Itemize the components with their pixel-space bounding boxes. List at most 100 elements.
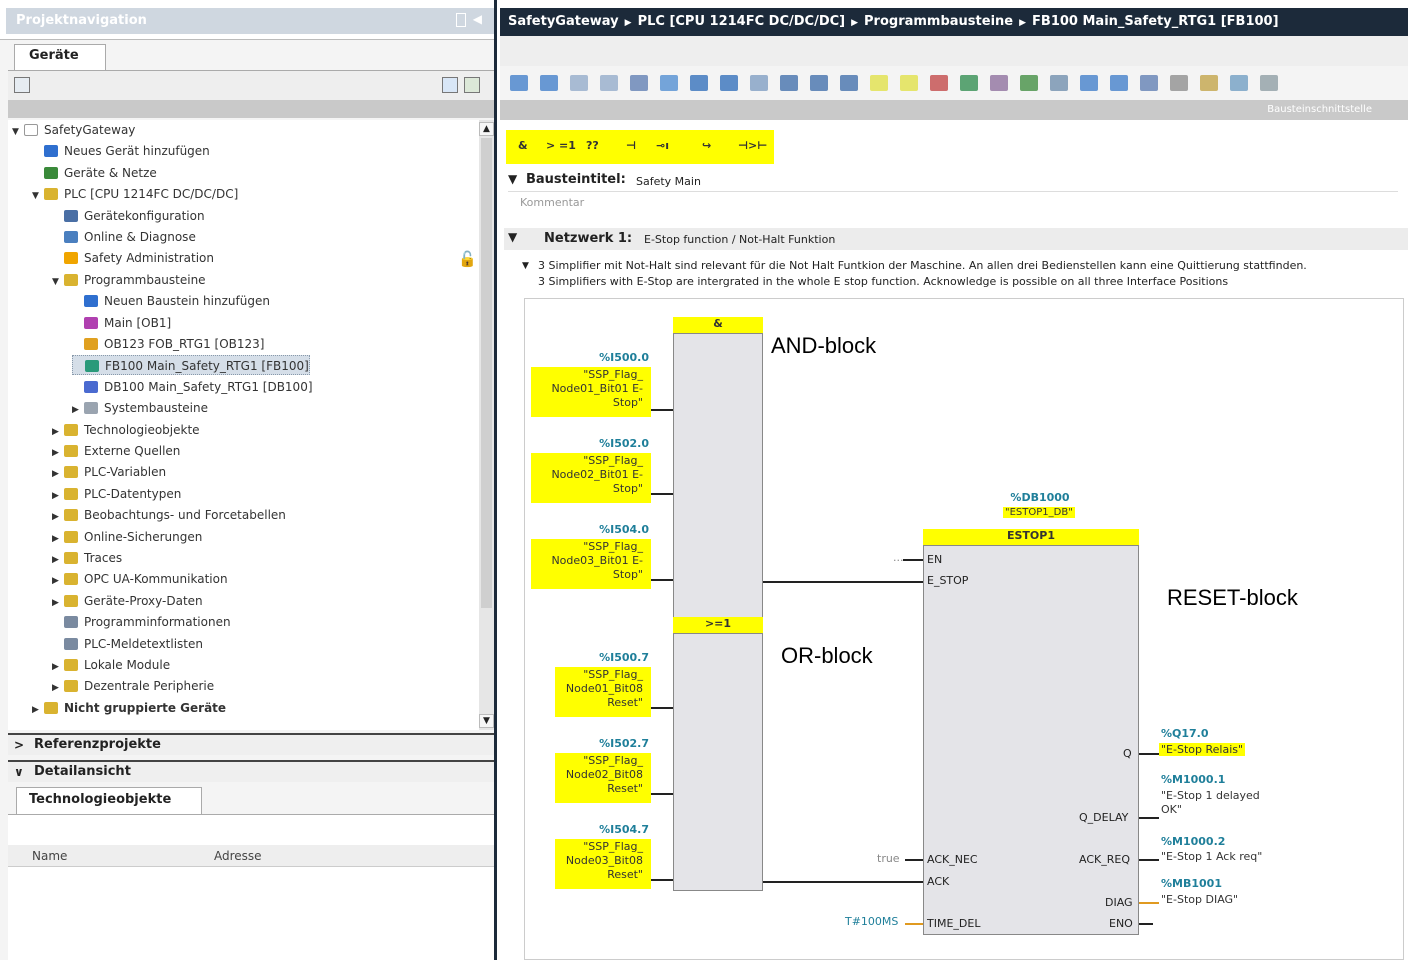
editor-tool-icon[interactable] [870,75,888,91]
collapse-icon[interactable]: ▼ [508,230,517,244]
collapsed-icon[interactable]: ▶ [52,550,64,570]
editor-tool-icon[interactable] [1080,75,1098,91]
collapsed-icon[interactable]: ▶ [52,571,64,591]
estop-block-header[interactable]: ESTOP1 [923,529,1139,545]
tree-item[interactable]: ▶ Geräte-Proxy-Daten [52,591,203,611]
collapsed-icon[interactable]: ▶ [52,507,64,527]
or-box-icon[interactable]: > =1 [546,139,576,152]
tree-item[interactable]: ▶ OPC UA-Kommunikation [52,569,228,589]
collapsed-icon[interactable]: ▶ [52,443,64,463]
and-input-operand[interactable]: "SSP_Flag_ Node01_Bit01 E- Stop" [531,367,651,417]
expanded-icon[interactable]: ▼ [52,272,64,292]
estop-block[interactable] [923,545,1139,935]
tree-item[interactable]: ▶ Traces [52,548,122,568]
editor-tool-icon[interactable] [1110,75,1128,91]
diag-operand[interactable]: "E-Stop DIAG" [1161,893,1238,907]
editor-tool-icon[interactable] [720,75,738,91]
section-detail-view[interactable]: ∨ Detailansicht [8,760,494,782]
tree-item[interactable]: Neuen Baustein hinzufügen [72,291,270,311]
editor-tool-icon[interactable] [810,75,828,91]
collapse-left-icon[interactable]: ◀ [473,12,482,26]
tree-item[interactable]: ▼ Programmbausteine [52,270,206,290]
block-interface-bar[interactable]: Bausteinschnittstelle [500,100,1408,120]
time-del-value[interactable]: T#100MS [845,915,898,928]
tree-item[interactable]: ▶ Beobachtungs- und Forcetabellen [52,505,286,525]
tree-item[interactable]: ▼ PLC [CPU 1214FC DC/DC/DC] [32,184,238,204]
editor-tool-icon[interactable] [930,75,948,91]
editor-tool-icon[interactable] [900,75,918,91]
editor-tool-icon[interactable] [630,75,648,91]
estop-db-name[interactable]: "ESTOP1_DB" [1003,507,1075,518]
negate-icon[interactable]: ⊸ı [656,139,669,152]
scroll-down-icon[interactable]: ▼ [479,714,494,728]
or-input-operand[interactable]: "SSP_Flag_ Node03_Bit08 Reset" [555,839,651,889]
and-box-icon[interactable]: & [518,139,528,152]
tree-item[interactable]: ▶ PLC-Datentypen [52,484,181,504]
tree-item[interactable]: ▶ Systembausteine [72,398,208,418]
tree-item[interactable]: FB100 Main_Safety_RTG1 [FB100] [72,355,310,376]
sync-icon[interactable] [464,77,480,93]
tree-item[interactable]: ▶ Technologieobjekte [52,420,200,440]
tree-item[interactable]: ▶ Externe Quellen [52,441,180,461]
collapse-icon[interactable]: ▼ [508,172,517,186]
editor-tool-icon[interactable] [840,75,858,91]
editor-tool-icon[interactable] [1260,75,1278,91]
column-address[interactable]: Adresse [214,849,262,863]
breadcrumb-item[interactable]: SafetyGateway [508,14,619,29]
editor-tool-icon[interactable] [960,75,978,91]
assignment-icon[interactable]: ⊣>⊢ [738,139,767,152]
breadcrumb-item[interactable]: Programmbausteine [864,14,1013,29]
scroll-thumb[interactable] [481,138,492,608]
close-branch-icon[interactable]: ↪ [702,139,711,152]
editor-tool-icon[interactable] [1050,75,1068,91]
ack-nec-value[interactable]: true [877,852,900,865]
empty-box-icon[interactable]: ?? [586,139,599,152]
editor-tool-icon[interactable] [600,75,618,91]
editor-tool-icon[interactable] [1170,75,1188,91]
q-operand[interactable]: "E-Stop Relais" [1159,743,1246,756]
network-view-icon[interactable] [14,77,30,93]
ack-req-operand[interactable]: "E-Stop 1 Ack req" [1161,850,1262,864]
or-block-header[interactable]: >=1 [673,617,763,633]
editor-tool-icon[interactable] [570,75,588,91]
or-input-operand[interactable]: "SSP_Flag_ Node02_Bit08 Reset" [555,753,651,803]
collapsed-icon[interactable]: ▶ [52,486,64,506]
column-name[interactable]: Name [32,849,67,863]
tab-devices[interactable]: Geräte [14,44,106,70]
collapsed-icon[interactable]: ▶ [32,700,44,720]
editor-tool-icon[interactable] [780,75,798,91]
collapsed-icon[interactable]: ▶ [52,678,64,698]
breadcrumb-item[interactable]: PLC [CPU 1214FC DC/DC/DC] [638,14,846,29]
collapsed-icon[interactable]: ▶ [52,529,64,549]
tree-item[interactable]: Neues Gerät hinzufügen [32,141,210,161]
tree-item[interactable]: Gerätekonfiguration [52,206,205,226]
block-comment[interactable]: Kommentar [520,196,584,209]
tab-technology-objects[interactable]: Technologieobjekte [16,787,202,815]
editor-tool-icon[interactable] [1020,75,1038,91]
collapse-icon[interactable]: ▼ [522,258,529,274]
and-block-header[interactable]: & [673,317,763,333]
and-input-operand[interactable]: "SSP_Flag_ Node03_Bit01 E- Stop" [531,539,651,589]
collapsed-icon[interactable]: ▶ [52,464,64,484]
and-block[interactable] [673,333,763,619]
collapsed-icon[interactable]: ▶ [52,657,64,677]
network-title[interactable]: E-Stop function / Not-Halt Funktion [644,233,835,246]
or-input-operand[interactable]: "SSP_Flag_ Node01_Bit08 Reset" [555,667,651,717]
editor-tool-icon[interactable] [1200,75,1218,91]
collapsed-icon[interactable]: ▶ [52,422,64,442]
editor-tool-icon[interactable] [750,75,768,91]
tree-item[interactable]: ▶ Dezentrale Peripherie [52,676,214,696]
scroll-up-icon[interactable]: ▲ [479,122,494,136]
network-comment[interactable]: ▼ 3 Simplifier mit Not-Halt sind relevan… [522,258,1402,290]
editor-tool-icon[interactable] [510,75,528,91]
collapsed-icon[interactable]: ▶ [72,400,84,420]
pin-icon[interactable] [456,13,466,27]
q-delay-operand[interactable]: "E-Stop 1 delayed OK" [1161,789,1260,817]
editor-tool-icon[interactable] [690,75,708,91]
editor-tool-icon[interactable] [990,75,1008,91]
tree-item[interactable]: OB123 FOB_RTG1 [OB123] [72,334,264,354]
tree-item[interactable]: Safety Administration [52,248,214,268]
collapsed-icon[interactable]: ▶ [52,593,64,613]
editor-tool-icon[interactable] [1230,75,1248,91]
or-block[interactable] [673,633,763,891]
